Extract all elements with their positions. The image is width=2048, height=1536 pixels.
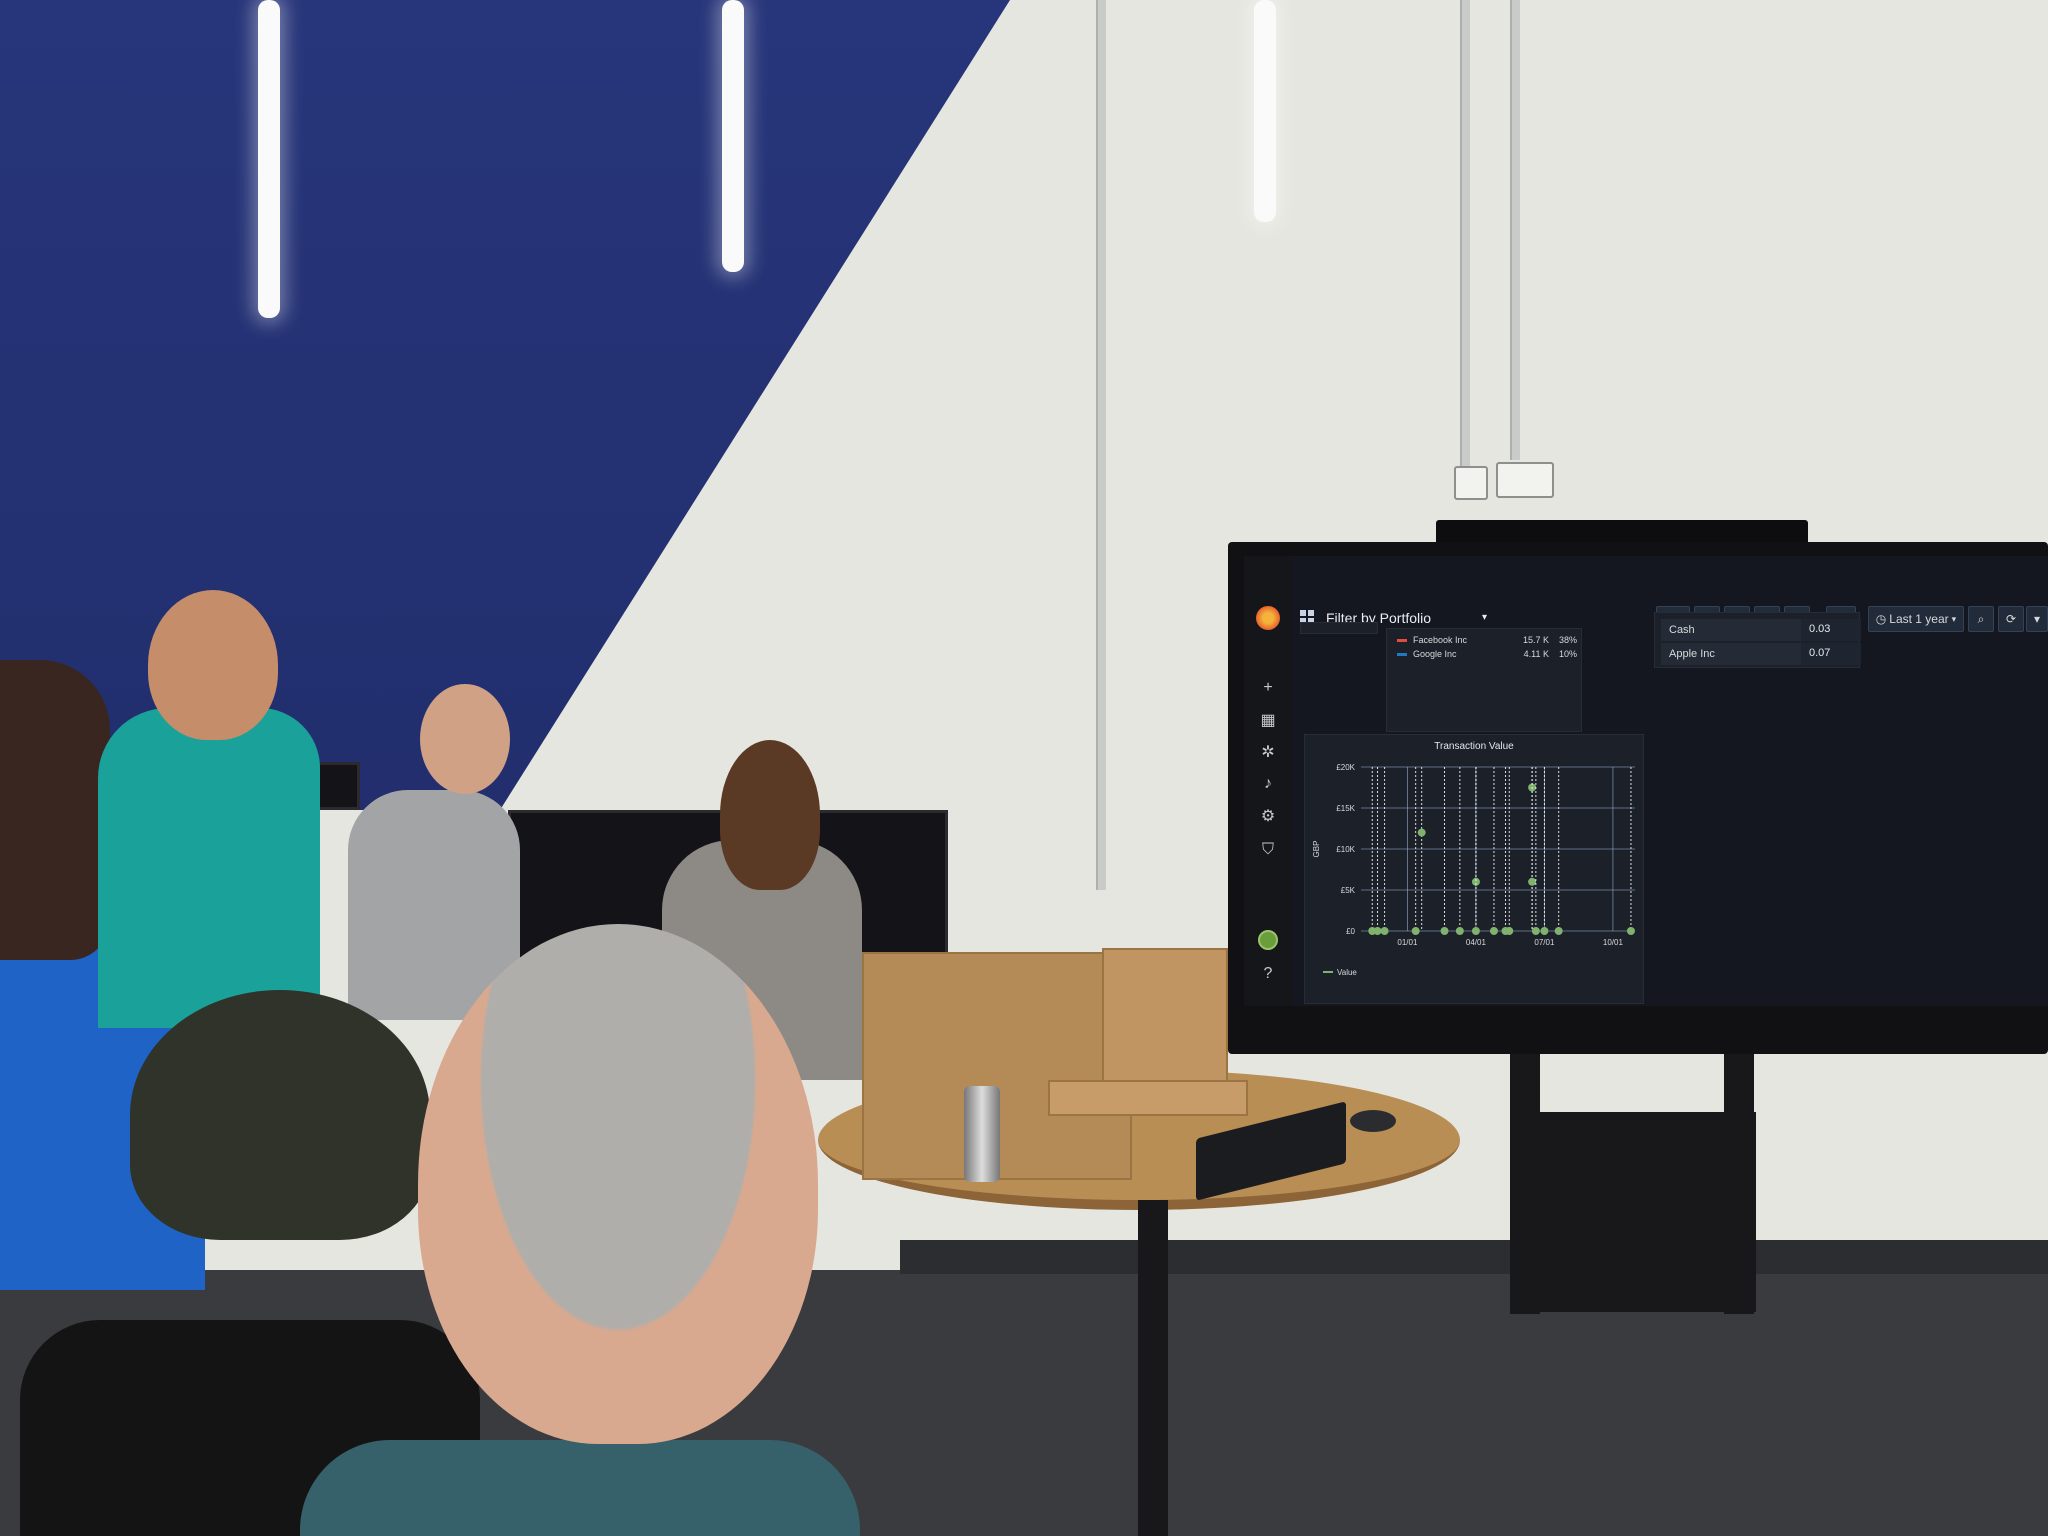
wall-socket [1496, 462, 1554, 498]
x-tick-label: 07/01 [1534, 938, 1555, 947]
x-tick-label: 10/01 [1603, 938, 1624, 947]
wall-conduit [1460, 0, 1470, 470]
mouse [1350, 1110, 1396, 1132]
shield-icon[interactable]: ⛉ [1258, 840, 1278, 860]
person-blue-hair [0, 660, 110, 960]
table-cell: 0.07 [1801, 643, 1861, 665]
wall-conduit [1096, 0, 1106, 890]
data-point [1380, 927, 1389, 935]
legend-row: Google Inc 4.11 K 10% [1397, 649, 1577, 659]
small-panel [1300, 622, 1378, 634]
legend-percent: 10% [1558, 649, 1577, 659]
table-cell: Cash [1661, 619, 1801, 641]
data-point [1554, 927, 1563, 935]
plus-icon[interactable]: + [1258, 678, 1278, 698]
legend-name: Google Inc [1413, 649, 1457, 659]
y-tick-label: £0 [1346, 927, 1355, 936]
avatar[interactable] [1258, 930, 1278, 950]
time-range-label: Last 1 year [1889, 612, 1949, 626]
cardboard-ramp [1048, 1080, 1248, 1116]
legend-label: Value [1337, 968, 1357, 977]
legend-percent: 38% [1558, 635, 1577, 645]
data-point [1528, 877, 1537, 886]
person-beanie-hat [130, 990, 430, 1240]
series-swatch [1397, 653, 1407, 656]
person-teal-shirt [98, 708, 320, 1028]
data-point [1455, 927, 1464, 935]
skirting-board [900, 1240, 2048, 1274]
y-tick-label: £5K [1341, 886, 1356, 895]
person-teal-head [148, 590, 278, 740]
person-seated-head [720, 740, 820, 890]
table-panel: Cash 0.03 Apple Inc 0.07 [1654, 612, 1861, 668]
grafana-logo-icon[interactable] [1256, 606, 1280, 630]
chevron-down-icon: ▾ [1951, 613, 1957, 624]
person-front-body [300, 1440, 860, 1536]
table-cell: Apple Inc [1661, 643, 1801, 665]
person-front-head [418, 924, 818, 1444]
data-point [1531, 927, 1540, 935]
data-point [1471, 927, 1480, 935]
alert-bell-icon[interactable]: ♪ [1258, 774, 1278, 794]
y-tick-label: £10K [1336, 845, 1355, 854]
wall-conduit [1510, 0, 1520, 460]
spray-can [964, 1086, 1000, 1182]
zoom-out-button[interactable]: ⌕ [1968, 606, 1994, 632]
series-swatch [1397, 639, 1407, 642]
transaction-value-panel: Transaction Value £20K £15K £10K £5K £0 01/01… [1304, 734, 1644, 1004]
table-leg [1138, 1200, 1168, 1536]
tv-stand-base [1512, 1112, 1756, 1312]
legend-name: Facebook Inc [1413, 635, 1468, 645]
data-point [1489, 927, 1498, 935]
x-tick-label: 04/01 [1466, 938, 1487, 947]
refresh-interval-dropdown[interactable]: ▾ [2026, 606, 2048, 632]
data-point [1505, 927, 1514, 935]
data-point [1373, 927, 1382, 935]
x-tick-label: 01/01 [1397, 938, 1418, 947]
data-point [1411, 927, 1420, 935]
side-menu: + ▦ ✲ ♪ ⚙ ⛉ ? [1244, 556, 1292, 1006]
legend-row: Facebook Inc 15.7 K 38% [1397, 635, 1577, 645]
ceiling-light [258, 0, 280, 318]
explore-icon[interactable]: ✲ [1258, 742, 1278, 762]
table-row: Apple Inc 0.07 [1661, 643, 1861, 665]
table-row: Cash 0.03 [1661, 619, 1861, 641]
y-tick-label: £20K [1336, 763, 1355, 772]
data-point [1417, 828, 1426, 837]
wall-socket [1454, 466, 1488, 500]
tv-screen: + ▦ ✲ ♪ ⚙ ⛉ ? Filter by Portfolio ▾ ▮▮+ … [1244, 556, 2048, 1006]
legend-value: 4.11 K [1523, 649, 1549, 659]
help-icon[interactable]: ? [1258, 964, 1278, 984]
dashboards-icon[interactable]: ▦ [1258, 710, 1278, 730]
data-point [1540, 927, 1549, 935]
refresh-button[interactable]: ⟳ [1998, 606, 2024, 632]
person-grey-head [420, 684, 510, 794]
cardboard-box-lid [1102, 948, 1228, 1086]
pie-legend-panel: Facebook Inc 15.7 K 38% Google Inc 4.11 … [1386, 628, 1582, 732]
time-picker-button[interactable]: ◷ Last 1 year ▾ [1868, 606, 1964, 632]
transaction-chart: £20K £15K £10K £5K £0 01/01 04/01 07/01 10/01 GBP… [1312, 763, 1635, 977]
chevron-down-icon[interactable]: ▾ [1482, 612, 1487, 623]
table-cell: 0.03 [1801, 619, 1861, 641]
legend-value: 15.7 K [1522, 635, 1549, 645]
y-tick-label: £15K [1336, 804, 1355, 813]
ceiling-light [722, 0, 744, 272]
data-point [1440, 927, 1449, 935]
legend-swatch [1323, 971, 1333, 973]
scene: + ▦ ✲ ♪ ⚙ ⛉ ? Filter by Portfolio ▾ ▮▮+ … [0, 0, 2048, 1536]
clock-icon: ◷ [1875, 612, 1887, 626]
gear-icon[interactable]: ⚙ [1258, 806, 1278, 826]
ceiling-light [1254, 0, 1276, 222]
data-point [1626, 927, 1635, 935]
y-axis-label: GBP [1312, 841, 1321, 858]
